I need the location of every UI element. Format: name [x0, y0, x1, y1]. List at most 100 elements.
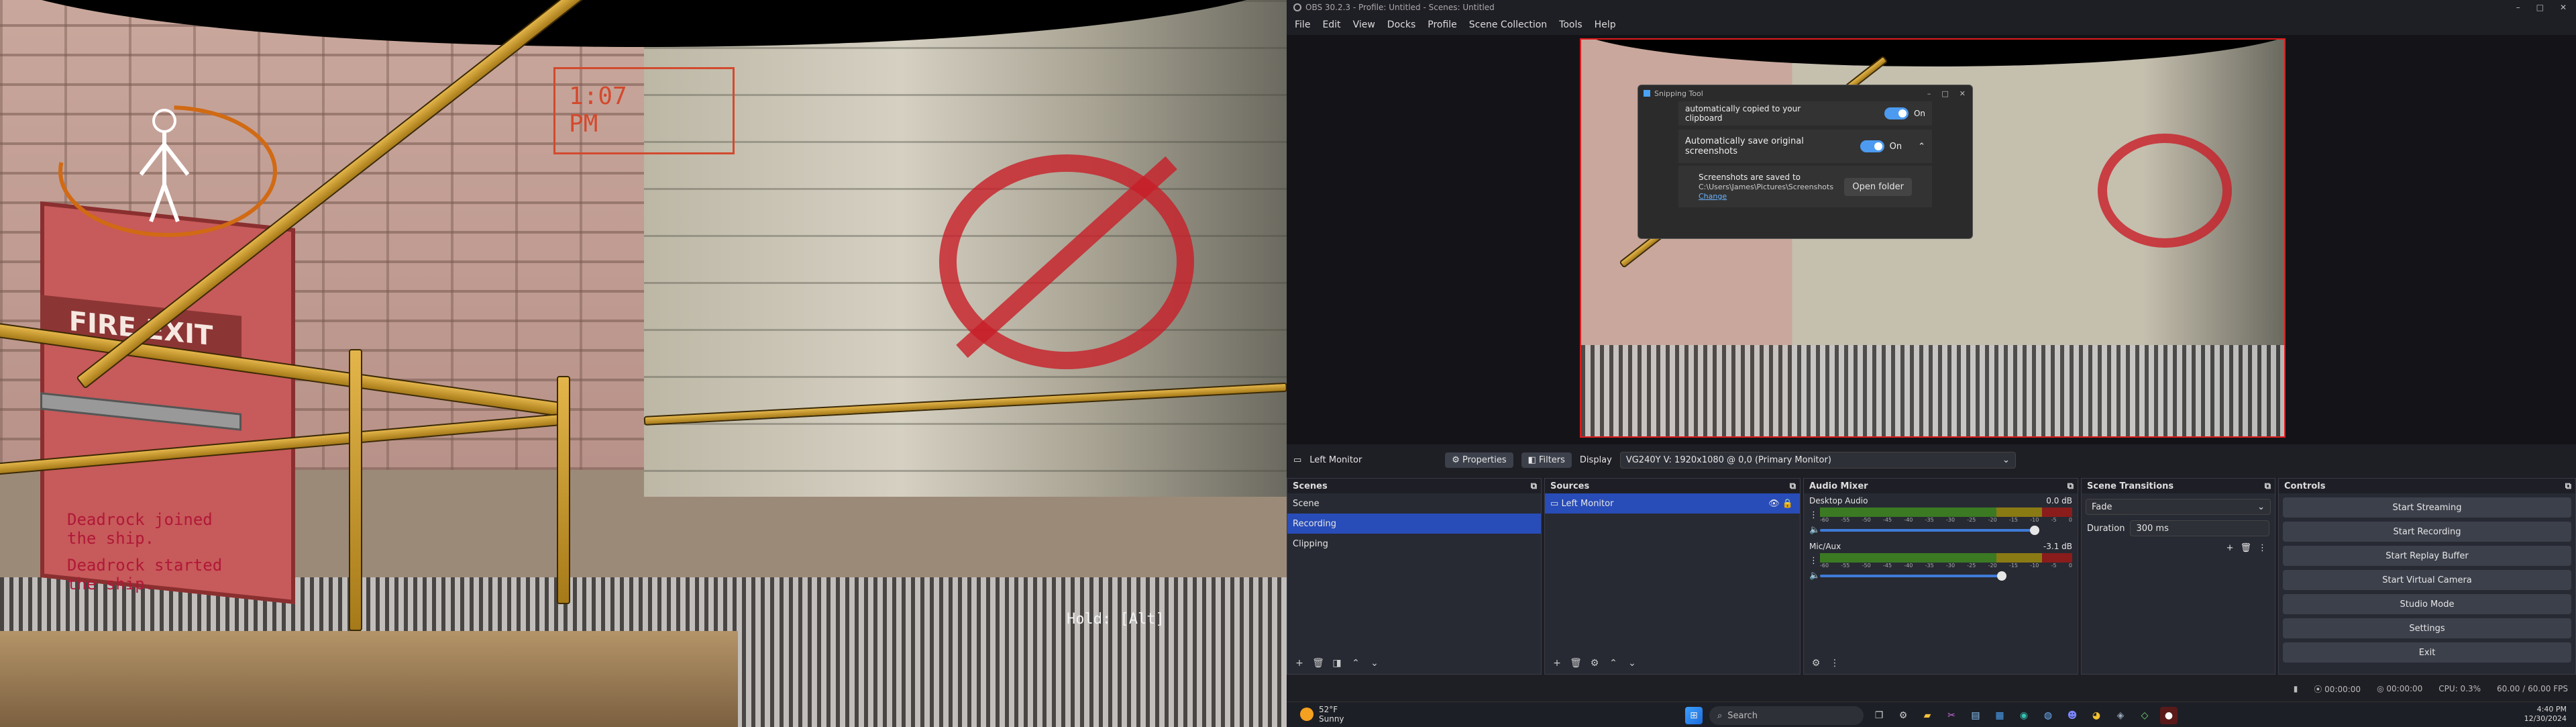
scene-filter-icon[interactable]: ◨: [1329, 655, 1345, 671]
start-replay-buffer-button[interactable]: Start Replay Buffer: [2283, 546, 2571, 566]
snip-maximize-icon[interactable]: □: [1941, 89, 1948, 98]
display-select[interactable]: VG240Y V: 1920x1080 @ 0,0 (Primary Monit…: [1619, 451, 2016, 469]
menu-item-profile[interactable]: Profile: [1428, 19, 1457, 30]
game-view: FIRE EXIT 1:07 PM Deadrock joined the ship…: [0, 0, 1287, 727]
menu-item-scene-collection[interactable]: Scene Collection: [1469, 19, 1547, 30]
scene-item[interactable]: Recording: [1287, 514, 1541, 534]
move-up-icon[interactable]: ⌃: [1605, 655, 1621, 671]
audio-channel-db: 0.0 dB: [2046, 496, 2072, 505]
search-icon: ⌕: [1717, 710, 1723, 721]
speaker-icon[interactable]: 🔈: [1809, 525, 1820, 535]
taskbar-search[interactable]: ⌕ Search: [1709, 706, 1864, 725]
file-explorer-icon[interactable]: ▰: [1919, 707, 1936, 724]
volume-slider[interactable]: [1820, 571, 2072, 581]
cpu-usage: CPU: 0.3%: [2438, 684, 2481, 693]
exit-button[interactable]: Exit: [2283, 642, 2571, 663]
minimize-icon[interactable]: –: [2516, 3, 2520, 12]
lock-icon[interactable]: 🔒: [1782, 499, 1793, 509]
filters-button[interactable]: ◧ Filters: [1521, 452, 1572, 468]
move-down-icon[interactable]: ⌄: [1624, 655, 1640, 671]
menu-item-docks[interactable]: Docks: [1387, 19, 1415, 30]
obs-window: OBS 30.2.3 - Profile: Untitled - Scenes:…: [1287, 0, 2576, 701]
menu-item-tools[interactable]: Tools: [1559, 19, 1582, 30]
add-scene-icon[interactable]: +: [1291, 655, 1307, 671]
settings-button[interactable]: Settings: [2283, 618, 2571, 638]
start-virtual-camera-button[interactable]: Start Virtual Camera: [2283, 570, 2571, 590]
saved-to-label: Screenshots are saved to: [1699, 173, 1801, 182]
duration-input[interactable]: 300 ms: [2130, 520, 2269, 536]
settings-app-icon[interactable]: ⚙: [1894, 707, 1912, 724]
remove-transition-icon[interactable]: 🗑: [2240, 543, 2251, 553]
steam-icon[interactable]: ◈: [2112, 707, 2129, 724]
speaker-icon[interactable]: 🔈: [1809, 571, 1820, 581]
chrome-icon[interactable]: ◕: [2088, 707, 2105, 724]
move-up-icon[interactable]: ⌃: [1348, 655, 1364, 671]
dock-popout-icon[interactable]: ⧉: [1790, 481, 1796, 491]
snipping-app-icon[interactable]: ✂: [1943, 707, 1960, 724]
audio-menu-icon[interactable]: ⋮: [1827, 655, 1843, 671]
taskbar: 52°F Sunny ⊞ ⌕ Search ❐ ⚙ ▰ ✂ ▤ ▦ ◉ ◍ ☻ ◕ …: [1287, 701, 2576, 727]
dock-popout-icon[interactable]: ⧉: [2565, 481, 2571, 491]
discord-icon[interactable]: ☻: [2063, 707, 2081, 724]
obs-taskbar-icon[interactable]: ●: [2160, 707, 2178, 724]
channel-menu-icon[interactable]: ⋮: [1809, 556, 1818, 566]
properties-button[interactable]: ⚙ Properties: [1445, 452, 1513, 468]
add-transition-icon[interactable]: +: [2226, 543, 2234, 553]
source-settings-icon[interactable]: ⚙: [1587, 655, 1603, 671]
audio-settings-icon[interactable]: ⚙: [1808, 655, 1824, 671]
transition-menu-icon[interactable]: ⋮: [2258, 543, 2267, 553]
channel-menu-icon[interactable]: ⋮: [1809, 510, 1818, 520]
studio-mode-button[interactable]: Studio Mode: [2283, 594, 2571, 614]
snip-close-icon[interactable]: ✕: [1960, 89, 1966, 98]
clock[interactable]: 4:40 PM 12/30/2024: [2524, 705, 2567, 724]
scene-item[interactable]: Clipping: [1287, 534, 1541, 554]
windows-start-icon[interactable]: ⊞: [1685, 707, 1703, 724]
notepad-icon[interactable]: ▤: [1967, 707, 1984, 724]
maximize-icon[interactable]: □: [2536, 3, 2544, 12]
open-folder-button[interactable]: Open folder: [1844, 177, 1912, 196]
snip-minimize-icon[interactable]: –: [1927, 89, 1931, 98]
audio-channel-name: Desktop Audio: [1809, 496, 1868, 505]
change-link[interactable]: Change: [1699, 192, 1727, 201]
clipboard-toggle[interactable]: [1884, 107, 1909, 119]
scene-transitions-dock: Scene Transitions ⧉ Fade ⌄ Duration 300 ms…: [2081, 478, 2275, 675]
signal-icon: ▮: [2293, 684, 2298, 693]
clipboard-toggle-state: On: [1913, 109, 1925, 118]
menu-item-edit[interactable]: Edit: [1322, 19, 1340, 30]
volume-meter: [1820, 553, 2072, 563]
preview-floor: [1581, 345, 2284, 436]
app-icon[interactable]: ◇: [2136, 707, 2153, 724]
edge-icon[interactable]: ◉: [2015, 707, 2033, 724]
start-streaming-button[interactable]: Start Streaming: [2283, 497, 2571, 518]
menu-item-view[interactable]: View: [1353, 19, 1375, 30]
dock-popout-icon[interactable]: ⧉: [1531, 481, 1537, 491]
volume-slider[interactable]: [1820, 525, 2072, 535]
remove-source-icon[interactable]: 🗑: [1568, 655, 1584, 671]
preview-area[interactable]: Snipping Tool – □ ✕ automatically copied…: [1287, 35, 2576, 444]
dock-popout-icon[interactable]: ⧉: [2068, 481, 2074, 491]
saved-path: C:\Users\James\Pictures\Screenshots: [1699, 183, 1834, 191]
menu-item-help[interactable]: Help: [1595, 19, 1616, 30]
chevron-up-icon[interactable]: ⌃: [1918, 142, 1925, 152]
move-down-icon[interactable]: ⌄: [1366, 655, 1383, 671]
audio-channel: Desktop Audio 0.0 dB ⋮ -60 -55 -50 -45 -40 -35 -3…: [1804, 493, 2078, 539]
remove-scene-icon[interactable]: 🗑: [1310, 655, 1326, 671]
add-source-icon[interactable]: +: [1549, 655, 1565, 671]
scene-item[interactable]: Scene: [1287, 493, 1541, 514]
dock-popout-icon[interactable]: ⧉: [2265, 481, 2271, 491]
duration-label: Duration: [2087, 523, 2125, 534]
task-view-icon[interactable]: ❐: [1870, 707, 1888, 724]
browser-icon[interactable]: ◍: [2039, 707, 2057, 724]
close-icon[interactable]: ✕: [2560, 3, 2567, 12]
start-recording-button[interactable]: Start Recording: [2283, 522, 2571, 542]
source-item[interactable]: ▭ Left Monitor 👁 🔒: [1545, 493, 1800, 514]
transition-select[interactable]: Fade ⌄: [2086, 499, 2271, 515]
eye-icon[interactable]: 👁: [1768, 499, 1780, 509]
chevron-down-icon: ⌄: [2002, 454, 2010, 465]
store-icon[interactable]: ▦: [1991, 707, 2008, 724]
weather-widget[interactable]: 52°F Sunny: [1300, 705, 1344, 724]
controls-dock: Controls ⧉ Start Streaming Start Recording…: [2278, 478, 2576, 675]
menu-item-file[interactable]: File: [1295, 19, 1310, 30]
save-screenshots-toggle[interactable]: [1860, 140, 1884, 152]
audio-mixer-dock: Audio Mixer ⧉ Desktop Audio 0.0 dB ⋮ -60 -55-…: [1803, 478, 2078, 675]
